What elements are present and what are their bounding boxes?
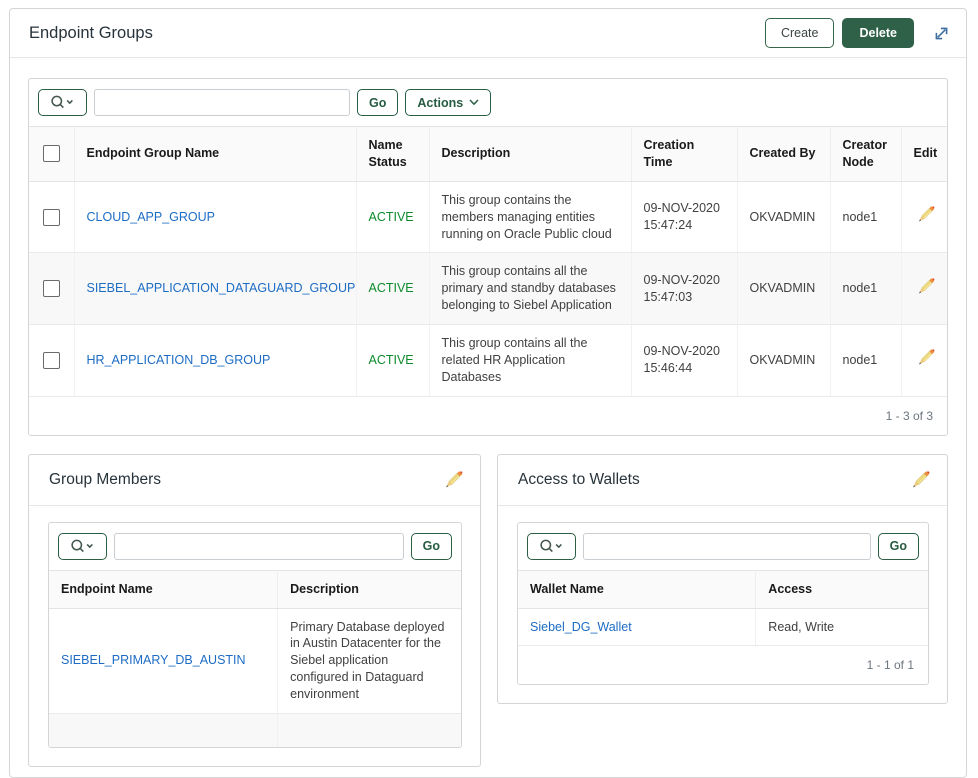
group-members-header: Group Members — [29, 455, 480, 506]
access-to-wallets-region: Access to Wallets — [497, 454, 948, 705]
endpoint-group-link[interactable]: HR_APPLICATION_DB_GROUP — [87, 353, 271, 367]
table-header-row: Wallet Name Access — [518, 570, 928, 608]
table-header-row: Endpoint Name Description — [49, 570, 461, 608]
table-row: SIEBEL_APPLICATION_DATAGUARD_GROUP ACTIV… — [29, 253, 948, 325]
actions-label: Actions — [417, 96, 463, 110]
creator-node-cell: node1 — [830, 181, 901, 253]
creation-time-cell: 09-NOV-2020 15:47:24 — [631, 181, 737, 253]
wallet-link[interactable]: Siebel_DG_Wallet — [530, 620, 632, 634]
search-column-selector[interactable] — [58, 533, 107, 560]
endpoint-groups-search-toolbar: Go Actions — [29, 79, 947, 126]
endpoint-groups-report: Go Actions Endpoint Group Name — [28, 78, 948, 436]
pagination-label: 1 - 1 of 1 — [518, 646, 928, 684]
creation-time-cell: 09-NOV-2020 15:47:03 — [631, 253, 737, 325]
col-wallet-name: Wallet Name — [518, 570, 756, 608]
page-title: Endpoint Groups — [29, 24, 765, 43]
search-icon — [49, 94, 76, 111]
search-icon — [69, 538, 96, 555]
status-badge: ACTIVE — [369, 281, 414, 295]
col-access: Access — [756, 570, 928, 608]
access-cell: Read, Write — [756, 608, 928, 646]
group-members-search-toolbar: Go — [49, 523, 461, 570]
group-members-title: Group Members — [49, 471, 445, 489]
col-endpoint-name: Endpoint Name — [49, 570, 278, 608]
access-to-wallets-table: Wallet Name Access Siebel_DG_Wallet Read… — [518, 570, 928, 647]
description-cell: This group contains all the primary and … — [429, 253, 631, 325]
access-to-wallets-header: Access to Wallets — [498, 455, 947, 506]
col-description: Description — [278, 570, 461, 608]
edit-pencil-icon[interactable] — [918, 349, 935, 366]
search-icon — [538, 538, 565, 555]
table-header-row: Endpoint Group Name Name Status Descript… — [29, 127, 948, 182]
select-all-checkbox[interactable] — [43, 145, 60, 162]
go-button[interactable]: Go — [357, 89, 398, 116]
col-created-by: Created By — [737, 127, 830, 182]
go-button[interactable]: Go — [878, 533, 919, 560]
search-input[interactable] — [583, 533, 871, 560]
created-by-cell: OKVADMIN — [737, 181, 830, 253]
col-description: Description — [429, 127, 631, 182]
wallets-search-toolbar: Go — [518, 523, 928, 570]
pagination-label: 1 - 3 of 3 — [29, 397, 947, 435]
status-badge: ACTIVE — [369, 210, 414, 224]
edit-group-members-button[interactable] — [445, 471, 463, 489]
col-edit: Edit — [901, 127, 948, 182]
group-members-region: Group Members — [28, 454, 481, 768]
created-by-cell: OKVADMIN — [737, 253, 830, 325]
detail-panels: Group Members — [28, 454, 948, 768]
created-by-cell: OKVADMIN — [737, 325, 830, 397]
table-row-partial — [49, 713, 461, 747]
status-badge: ACTIVE — [369, 353, 414, 367]
endpoint-group-link[interactable]: CLOUD_APP_GROUP — [87, 210, 216, 224]
maximize-region-button[interactable] — [933, 25, 950, 42]
search-column-selector[interactable] — [38, 89, 87, 116]
col-name-status: Name Status — [356, 127, 429, 182]
endpoint-group-link[interactable]: SIEBEL_APPLICATION_DATAGUARD_GROUP — [87, 281, 356, 295]
col-endpoint-group-name: Endpoint Group Name — [74, 127, 356, 182]
col-creator-node: Creator Node — [830, 127, 901, 182]
search-input[interactable] — [114, 533, 404, 560]
access-to-wallets-report: Go Wallet Name Access Siebel_DG_Wallet R… — [517, 522, 929, 686]
table-row: HR_APPLICATION_DB_GROUP ACTIVE This grou… — [29, 325, 948, 397]
creator-node-cell: node1 — [830, 325, 901, 397]
creation-time-cell: 09-NOV-2020 15:46:44 — [631, 325, 737, 397]
search-column-selector[interactable] — [527, 533, 576, 560]
go-button[interactable]: Go — [411, 533, 452, 560]
table-row: SIEBEL_PRIMARY_DB_AUSTIN Primary Databas… — [49, 608, 461, 713]
chevron-down-icon — [469, 99, 479, 106]
row-checkbox[interactable] — [43, 209, 60, 226]
endpoint-link[interactable]: SIEBEL_PRIMARY_DB_AUSTIN — [61, 653, 246, 667]
edit-wallet-access-button[interactable] — [912, 471, 930, 489]
search-input[interactable] — [94, 89, 350, 116]
group-members-table: Endpoint Name Description SIEBEL_PRIMARY… — [49, 570, 461, 748]
pencil-icon — [912, 471, 930, 489]
delete-button[interactable]: Delete — [842, 18, 914, 48]
row-checkbox[interactable] — [43, 352, 60, 369]
description-cell: This group contains the members managing… — [429, 181, 631, 253]
endpoint-groups-region: Endpoint Groups Create Delete — [9, 8, 967, 778]
group-members-report: Go Endpoint Name Description SIEBEL_PRIM… — [48, 522, 462, 749]
edit-pencil-icon[interactable] — [918, 206, 935, 223]
creator-node-cell: node1 — [830, 253, 901, 325]
create-button[interactable]: Create — [765, 18, 835, 48]
table-row: CLOUD_APP_GROUP ACTIVE This group contai… — [29, 181, 948, 253]
description-cell: Primary Database deployed in Austin Data… — [278, 608, 461, 713]
col-creation-time: Creation Time — [631, 127, 737, 182]
description-cell: This group contains all the related HR A… — [429, 325, 631, 397]
actions-menu-button[interactable]: Actions — [405, 89, 491, 116]
region-header: Endpoint Groups Create Delete — [10, 9, 966, 58]
edit-pencil-icon[interactable] — [918, 278, 935, 295]
access-to-wallets-title: Access to Wallets — [518, 471, 912, 489]
table-row: Siebel_DG_Wallet Read, Write — [518, 608, 928, 646]
expand-icon — [933, 25, 950, 42]
endpoint-groups-table: Endpoint Group Name Name Status Descript… — [29, 126, 948, 397]
row-checkbox[interactable] — [43, 280, 60, 297]
pencil-icon — [445, 471, 463, 489]
